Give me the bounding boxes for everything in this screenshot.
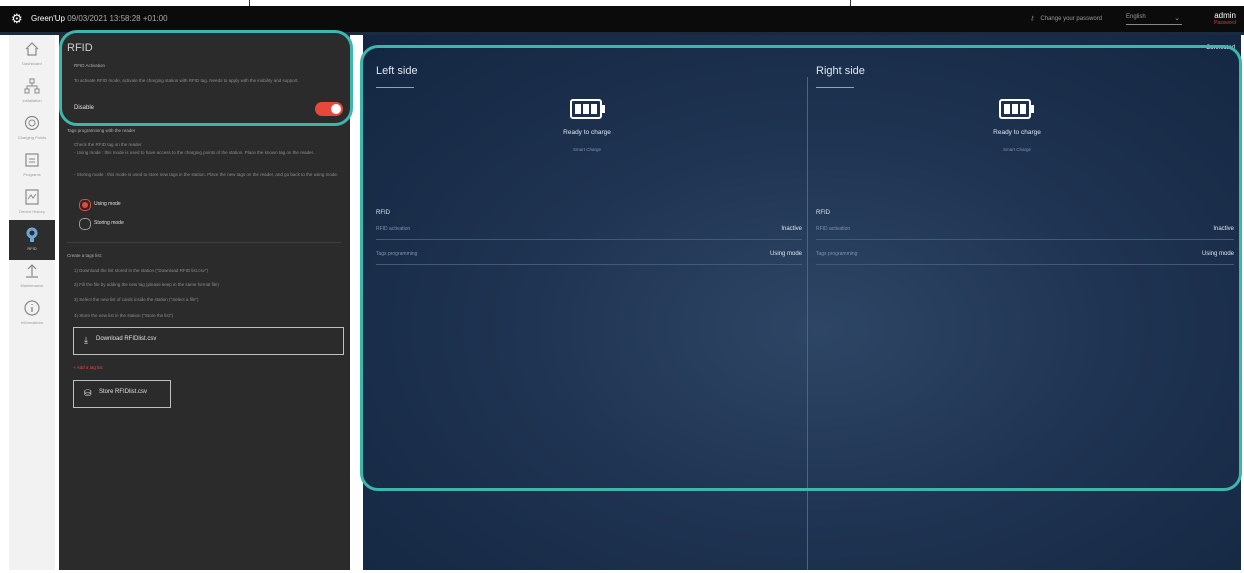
- step-1: 1) Download the list stored in the stati…: [74, 268, 208, 273]
- top-bar: ⚙ Green'Up 09/03/2021 13:58:28 +01:00 ⚷ C…: [0, 6, 1244, 32]
- nav-item-rfid[interactable]: RFID: [9, 220, 55, 260]
- radio-storing-mode[interactable]: [79, 218, 91, 230]
- calendar-icon: [25, 153, 39, 167]
- tags-desc-3: - Storing mode : this mode is used to st…: [74, 172, 339, 177]
- charger-icon: [24, 115, 40, 131]
- nav-item-informations[interactable]: Informations: [9, 294, 55, 334]
- home-icon: [25, 42, 39, 56]
- add-tag-list-link[interactable]: + Add a tag list: [73, 365, 103, 370]
- divider: [67, 242, 341, 243]
- rfid-icon: [26, 227, 38, 242]
- upload-icon: [26, 264, 38, 278]
- nav-item-maintenance[interactable]: Maintenance: [9, 257, 55, 297]
- settings-gear-icon[interactable]: ⚙: [11, 12, 25, 26]
- step-4: 4) Store the new list in the station ("S…: [74, 313, 173, 318]
- tags-heading: Tags programming with the reader: [67, 128, 136, 133]
- step-3: 3) Select the new list of cards inside t…: [74, 297, 199, 302]
- step-2: 2) Fill the file by adding the new tag (…: [74, 282, 219, 287]
- nav-item-dashboard[interactable]: Dashboard: [9, 35, 55, 75]
- store-rfid-list-button[interactable]: ⛁ Store RFIDlist.csv: [73, 380, 171, 408]
- list-heading: Create a tags list:: [67, 253, 103, 258]
- key-icon: ⚷: [1030, 16, 1035, 22]
- tags-desc-2: - Using mode : this mode is used to have…: [74, 150, 315, 155]
- language-select[interactable]: English ⌄: [1126, 14, 1182, 25]
- radio-using-mode[interactable]: [79, 199, 91, 211]
- app-title: Green'Up 09/03/2021 13:58:28 +01:00: [31, 14, 168, 23]
- chart-icon: [25, 189, 39, 205]
- user-role: Password: [1214, 20, 1236, 26]
- change-password-link[interactable]: ⚷ Change your password: [1030, 15, 1102, 22]
- nav-sidebar: Dashboard Installation Charging Points P…: [9, 35, 55, 570]
- chevron-down-icon: ⌄: [1174, 15, 1180, 22]
- download-icon: ⤓: [84, 335, 88, 345]
- highlight-rfid-activation: [59, 30, 353, 126]
- nav-item-programs[interactable]: Programs: [9, 146, 55, 186]
- nav-item-charging-points[interactable]: Charging Points: [9, 109, 55, 149]
- store-icon: ⛁: [84, 388, 92, 398]
- download-rfid-list-button[interactable]: ⤓ Download RFIDlist.csv: [73, 327, 344, 355]
- highlight-status-area: [360, 45, 1242, 491]
- storing-mode-label: Storing mode: [94, 220, 124, 226]
- network-icon: [24, 78, 40, 94]
- info-icon: [24, 300, 40, 316]
- nav-item-installation[interactable]: Installation: [9, 72, 55, 112]
- user-name: admin: [1214, 11, 1236, 20]
- user-menu[interactable]: admin Password: [1204, 11, 1236, 26]
- nav-item-device-history[interactable]: Device History: [9, 183, 55, 223]
- tags-desc-1: Check the RFID tag on the reader: [74, 142, 142, 147]
- using-mode-label: Using mode: [94, 201, 121, 207]
